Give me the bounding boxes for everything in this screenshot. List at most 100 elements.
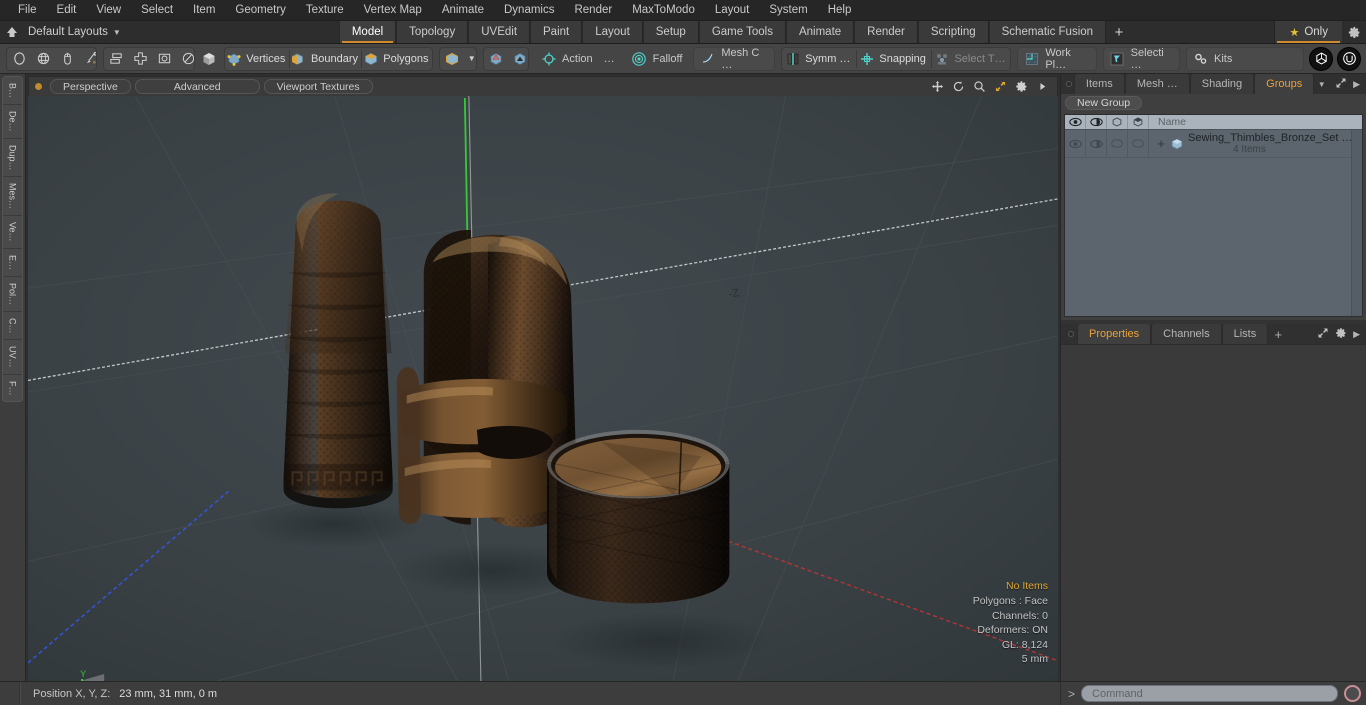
sphere-outline-icon[interactable] (7, 48, 31, 70)
falloff-button[interactable]: Falloff (623, 47, 691, 71)
select-through-a-icon[interactable] (484, 48, 508, 70)
cube-solid-icon[interactable] (1128, 115, 1149, 129)
vtab-vertex[interactable]: Ve… (3, 216, 22, 249)
menu-item-geometry[interactable]: Geometry (225, 0, 296, 21)
panel-menu-dot[interactable] (1065, 74, 1074, 94)
properties-menu-dot[interactable] (1065, 324, 1077, 344)
expand-icon[interactable] (1317, 327, 1329, 342)
center-cross-icon[interactable] (128, 48, 152, 70)
vtab-duplicate[interactable]: Dup… (3, 139, 22, 178)
new-group-button[interactable]: New Group (1065, 96, 1142, 110)
kits-button[interactable]: Kits (1186, 47, 1304, 71)
tab-scripting[interactable]: Scripting (918, 21, 989, 43)
tab-render[interactable]: Render (854, 21, 918, 43)
mode-polygons[interactable]: Polygons (362, 48, 432, 70)
vtab-fusion[interactable]: F… (3, 375, 22, 402)
select-through-button[interactable]: Select T… (932, 48, 1011, 70)
menu-item-view[interactable]: View (86, 0, 131, 21)
rotate-icon[interactable] (951, 80, 965, 94)
mesh-constraint-button[interactable]: Mesh C … (693, 47, 775, 71)
cube-outline-icon[interactable] (1107, 115, 1128, 129)
expander-icon[interactable]: + (1156, 137, 1166, 150)
gear-icon[interactable] (1335, 327, 1347, 342)
tree-scrollbar[interactable] (1351, 130, 1362, 316)
action-center-button[interactable]: Action … (532, 47, 623, 71)
table-row[interactable]: + Sewing_Thimbles_Bronze_Set … 4 Items (1065, 130, 1351, 158)
tab-groups[interactable]: Groups (1254, 74, 1314, 94)
menu-item-file[interactable]: File (8, 0, 47, 21)
unity-logo-icon[interactable] (1309, 47, 1333, 71)
menu-item-select[interactable]: Select (131, 0, 183, 21)
move-icon[interactable] (930, 80, 944, 94)
viewport-shading-selector[interactable]: Advanced (135, 79, 260, 94)
3d-viewport[interactable]: -Z (28, 96, 1058, 681)
circle-slash-icon[interactable] (176, 48, 194, 70)
curve-pen-icon[interactable] (79, 48, 97, 70)
tab-layout[interactable]: Layout (582, 21, 643, 43)
menu-item-vertex-map[interactable]: Vertex Map (354, 0, 432, 21)
tab-properties[interactable]: Properties (1077, 324, 1151, 344)
row-cube-solid-toggle[interactable] (1128, 130, 1149, 157)
render-visibility-icon[interactable] (1086, 115, 1107, 129)
work-plane-button[interactable]: Work Pl… (1017, 47, 1096, 71)
menu-item-system[interactable]: System (759, 0, 817, 21)
row-main[interactable]: + Sewing_Thimbles_Bronze_Set … 4 Items (1149, 130, 1351, 157)
tab-model[interactable]: Model (339, 21, 396, 43)
tab-lists[interactable]: Lists (1222, 324, 1269, 344)
tab-topology[interactable]: Topology (396, 21, 468, 43)
tab-game-tools[interactable]: Game Tools (699, 21, 786, 43)
tab-schematic-fusion[interactable]: Schematic Fusion (989, 21, 1106, 43)
zoom-icon[interactable] (972, 80, 986, 94)
tab-animate[interactable]: Animate (786, 21, 854, 43)
chevron-right-icon[interactable]: ▶ (1353, 79, 1360, 90)
vtab-mesh-edit[interactable]: Mes… (3, 177, 22, 216)
globe-icon[interactable] (31, 48, 55, 70)
gear-icon[interactable] (1014, 80, 1028, 94)
vtab-uv[interactable]: UV… (3, 340, 22, 375)
menu-item-layout[interactable]: Layout (705, 0, 760, 21)
row-eye-icon[interactable] (1065, 130, 1086, 157)
menu-item-help[interactable]: Help (818, 0, 862, 21)
menu-item-maxtomodo[interactable]: MaxToModo (622, 0, 705, 21)
row-render-visibility-icon[interactable] (1086, 130, 1107, 157)
tab-uvedit[interactable]: UVEdit (468, 21, 530, 43)
menu-item-edit[interactable]: Edit (47, 0, 87, 21)
tab-shading[interactable]: Shading (1190, 74, 1254, 94)
fit-icon[interactable] (993, 80, 1007, 94)
tab-setup[interactable]: Setup (643, 21, 699, 43)
home-icon[interactable] (0, 21, 24, 43)
add-properties-tab-button[interactable]: + (1268, 324, 1288, 344)
vtab-polygon[interactable]: Pol… (3, 277, 22, 312)
menu-item-render[interactable]: Render (564, 0, 622, 21)
capsule-icon[interactable] (55, 48, 79, 70)
selection-set-button[interactable]: Selecti … (1103, 47, 1180, 71)
vtab-curve[interactable]: C… (3, 312, 22, 341)
chevron-right-icon[interactable]: ▶ (1353, 329, 1360, 340)
tab-channels[interactable]: Channels (1151, 324, 1221, 344)
menu-item-dynamics[interactable]: Dynamics (494, 0, 564, 21)
unreal-logo-icon[interactable] (1337, 47, 1361, 71)
gear-icon[interactable] (1342, 21, 1366, 43)
tab-items[interactable]: Items (1074, 74, 1125, 94)
vtab-deform[interactable]: De… (3, 105, 22, 139)
select-through-b-icon[interactable] (508, 48, 529, 70)
mode-boundary[interactable]: Boundary (290, 48, 361, 70)
play-icon[interactable] (1035, 80, 1049, 94)
vtab-basic[interactable]: B… (3, 77, 22, 105)
record-circle-icon[interactable] (1344, 685, 1361, 702)
align-stack-icon[interactable] (104, 48, 128, 70)
tab-paint[interactable]: Paint (530, 21, 582, 43)
cube-gold-icon[interactable] (440, 48, 464, 70)
bounding-box-icon[interactable] (152, 48, 176, 70)
menu-item-animate[interactable]: Animate (432, 0, 494, 21)
snapping-button[interactable]: Snapping (856, 48, 930, 70)
viewport-projection-selector[interactable]: Perspective (50, 79, 131, 94)
row-cube-outline-toggle[interactable] (1107, 130, 1128, 157)
menu-item-texture[interactable]: Texture (296, 0, 354, 21)
tab-mesh[interactable]: Mesh … (1125, 74, 1190, 94)
expand-icon[interactable] (1335, 77, 1347, 92)
command-input[interactable]: Command (1081, 685, 1338, 702)
viewport-textures-selector[interactable]: Viewport Textures (264, 79, 373, 94)
chevron-down-icon[interactable]: ▼ (1314, 74, 1329, 94)
chevron-down-icon[interactable]: ▼ (464, 48, 477, 70)
